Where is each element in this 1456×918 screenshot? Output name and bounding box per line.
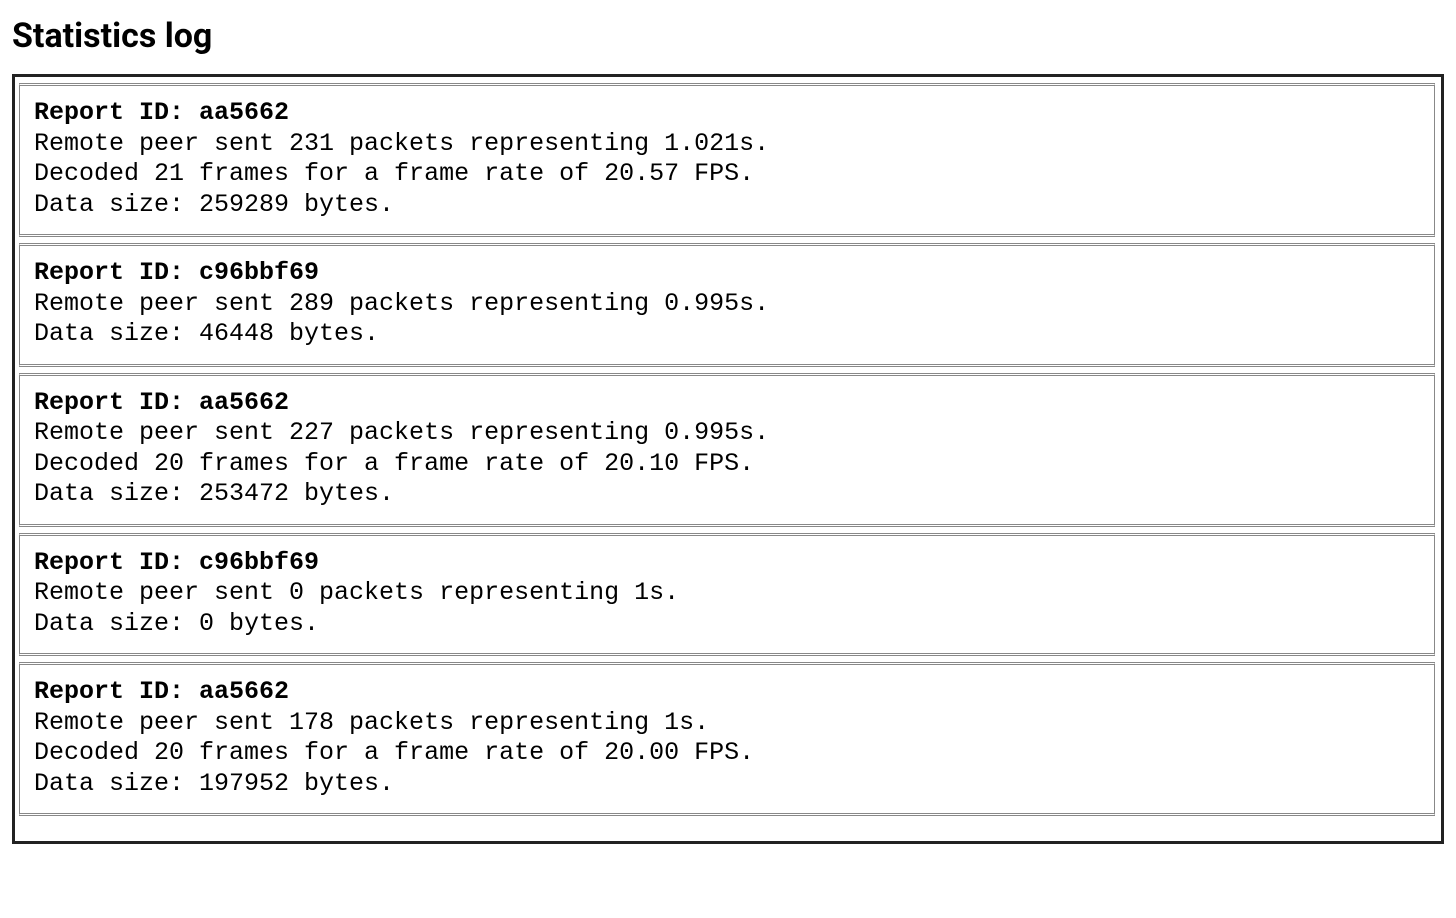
report-card: Report ID: aa5662Remote peer sent 227 pa… [19,373,1435,527]
report-card: Report ID: aa5662Remote peer sent 178 pa… [19,662,1435,816]
report-card: Report ID: c96bbf69Remote peer sent 289 … [19,243,1435,367]
report-id-header: Report ID: aa5662 [34,98,1420,129]
report-line: Data size: 46448 bytes. [34,319,1420,350]
report-line: Data size: 197952 bytes. [34,769,1420,800]
report-id-header: Report ID: aa5662 [34,677,1420,708]
report-id-header: Report ID: c96bbf69 [34,548,1420,579]
report-line: Remote peer sent 0 packets representing … [34,578,1420,609]
report-line: Data size: 253472 bytes. [34,479,1420,510]
report-id-header: Report ID: c96bbf69 [34,258,1420,289]
page-title: Statistics log [12,16,1444,56]
report-line: Decoded 20 frames for a frame rate of 20… [34,449,1420,480]
report-line: Data size: 259289 bytes. [34,190,1420,221]
report-line: Decoded 21 frames for a frame rate of 20… [34,159,1420,190]
report-card: Report ID: aa5662Remote peer sent 231 pa… [19,83,1435,237]
report-line: Data size: 0 bytes. [34,609,1420,640]
statistics-log-container[interactable]: Report ID: aa5662Remote peer sent 231 pa… [12,74,1444,844]
report-line: Remote peer sent 289 packets representin… [34,289,1420,320]
report-line: Remote peer sent 178 packets representin… [34,708,1420,739]
report-id-header: Report ID: aa5662 [34,388,1420,419]
report-line: Decoded 20 frames for a frame rate of 20… [34,738,1420,769]
report-card: Report ID: c96bbf69Remote peer sent 0 pa… [19,533,1435,657]
report-line: Remote peer sent 227 packets representin… [34,418,1420,449]
report-line: Remote peer sent 231 packets representin… [34,129,1420,160]
